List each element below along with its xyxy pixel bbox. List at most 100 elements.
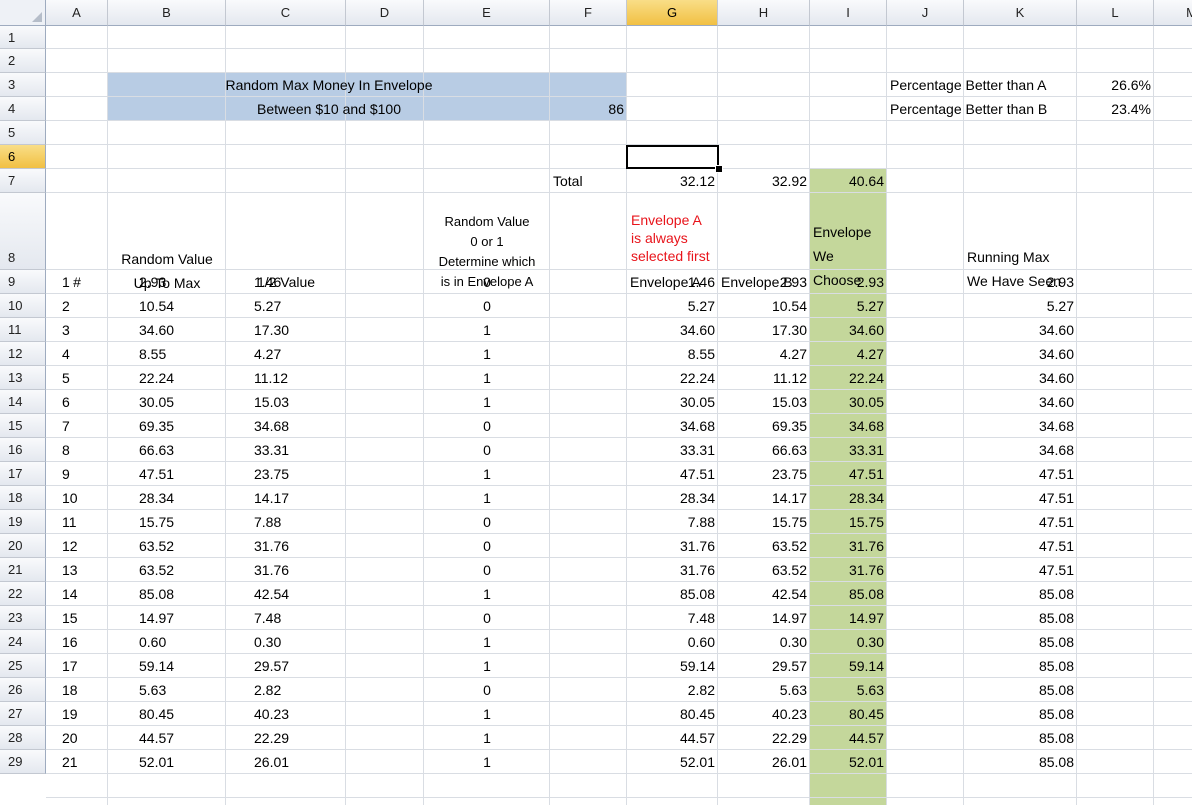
cell-choose[interactable]: 4.27 [810, 342, 887, 366]
cell-b[interactable]: 11.12 [718, 366, 810, 390]
cell-choose[interactable]: 34.68 [810, 414, 887, 438]
cell-choose[interactable]: 5.63 [810, 678, 887, 702]
cell-max[interactable]: 34.60 [964, 318, 1077, 342]
cell-rv[interactable]: 44.57 [108, 726, 226, 750]
fill-handle[interactable] [715, 165, 723, 173]
cell-half[interactable]: 40.23 [226, 702, 346, 726]
cell-bit[interactable]: 1 [424, 342, 550, 366]
cell-rv[interactable]: 63.52 [108, 558, 226, 582]
cell-choose[interactable]: 52.01 [810, 750, 887, 774]
cell-bit[interactable]: 0 [424, 534, 550, 558]
cell-choose[interactable]: 14.97 [810, 606, 887, 630]
cell-max[interactable]: 34.60 [964, 366, 1077, 390]
cell-bit[interactable]: 1 [424, 582, 550, 606]
cell-choose[interactable]: 22.24 [810, 366, 887, 390]
row-header-29[interactable]: 29 [0, 750, 46, 774]
cell-bit[interactable]: 1 [424, 750, 550, 774]
cell-choose[interactable]: 31.76 [810, 558, 887, 582]
column-header-b[interactable]: B [108, 0, 226, 26]
cell-rv[interactable]: 63.52 [108, 534, 226, 558]
row-header-14[interactable]: 14 [0, 390, 46, 414]
cell-choose[interactable]: 28.34 [810, 486, 887, 510]
cell-max[interactable]: 85.08 [964, 582, 1077, 606]
column-header-f[interactable]: F [550, 0, 627, 26]
cell-b[interactable]: 17.30 [718, 318, 810, 342]
cell-a[interactable]: 7.48 [627, 606, 718, 630]
row-header-1[interactable]: 1 [0, 26, 46, 49]
cell-half[interactable]: 5.27 [226, 294, 346, 318]
cell-max[interactable]: 34.68 [964, 414, 1077, 438]
cell-max[interactable]: 34.60 [964, 390, 1077, 414]
cell-rv[interactable]: 47.51 [108, 462, 226, 486]
cell-bit[interactable]: 1 [424, 630, 550, 654]
cell-half[interactable]: 14.17 [226, 486, 346, 510]
cell-a[interactable]: 0.60 [627, 630, 718, 654]
cell-bit[interactable]: 1 [424, 462, 550, 486]
cell-choose[interactable]: 34.60 [810, 318, 887, 342]
cell-half[interactable]: 34.68 [226, 414, 346, 438]
cell-half[interactable]: 17.30 [226, 318, 346, 342]
cell-half[interactable]: 7.88 [226, 510, 346, 534]
cell-half[interactable]: 23.75 [226, 462, 346, 486]
column-header-i[interactable]: I [810, 0, 887, 26]
cell-max[interactable]: 85.08 [964, 702, 1077, 726]
cell-half[interactable]: 31.76 [226, 558, 346, 582]
row-header-25[interactable]: 25 [0, 654, 46, 678]
column-header-a[interactable]: A [46, 0, 108, 26]
cell-rv[interactable]: 85.08 [108, 582, 226, 606]
max-value-cell[interactable]: 86 [550, 97, 627, 121]
row-header-15[interactable]: 15 [0, 414, 46, 438]
row-header-18[interactable]: 18 [0, 486, 46, 510]
row-header-11[interactable]: 11 [0, 318, 46, 342]
cell-b[interactable]: 63.52 [718, 534, 810, 558]
cell-n[interactable]: 9 [46, 462, 108, 486]
cell-bit[interactable]: 0 [424, 414, 550, 438]
total-chosen[interactable]: 40.64 [810, 169, 887, 193]
cell-rv[interactable]: 34.60 [108, 318, 226, 342]
column-header-g[interactable]: G [627, 0, 718, 26]
cell-b[interactable]: 14.97 [718, 606, 810, 630]
cell-choose[interactable]: 85.08 [810, 582, 887, 606]
cell-n[interactable]: 10 [46, 486, 108, 510]
column-header-e[interactable]: E [424, 0, 550, 26]
cell-max[interactable]: 47.51 [964, 486, 1077, 510]
cell-bit[interactable]: 1 [424, 390, 550, 414]
cell-a[interactable]: 59.14 [627, 654, 718, 678]
stat-label-a[interactable]: Percentage Better than A [887, 73, 1077, 97]
column-header-d[interactable]: D [346, 0, 424, 26]
cell-n[interactable]: 1 [46, 270, 108, 294]
row-header-3[interactable]: 3 [0, 73, 46, 97]
cell-a[interactable]: 33.31 [627, 438, 718, 462]
cell-a[interactable]: 1.46 [627, 270, 718, 294]
cell-half[interactable]: 26.01 [226, 750, 346, 774]
cell-n[interactable]: 17 [46, 654, 108, 678]
cell-half[interactable]: 33.31 [226, 438, 346, 462]
cell-rv[interactable]: 0.60 [108, 630, 226, 654]
cell-n[interactable]: 13 [46, 558, 108, 582]
cell-n[interactable]: 12 [46, 534, 108, 558]
cell-choose[interactable]: 30.05 [810, 390, 887, 414]
cell-rv[interactable]: 30.05 [108, 390, 226, 414]
cell-max[interactable]: 85.08 [964, 630, 1077, 654]
row-header-13[interactable]: 13 [0, 366, 46, 390]
cell-n[interactable]: 15 [46, 606, 108, 630]
cell-choose[interactable]: 2.93 [810, 270, 887, 294]
cell-a[interactable]: 34.68 [627, 414, 718, 438]
cell-a[interactable]: 2.82 [627, 678, 718, 702]
cell-choose[interactable]: 44.57 [810, 726, 887, 750]
stat-value-b[interactable]: 23.4% [1077, 97, 1154, 121]
stat-label-b[interactable]: Percentage Better than B [887, 97, 1077, 121]
cell-b[interactable]: 10.54 [718, 294, 810, 318]
row-header-4[interactable]: 4 [0, 97, 46, 121]
total-envelope-b[interactable]: 32.92 [718, 169, 810, 193]
cell-bit[interactable]: 0 [424, 510, 550, 534]
cell-a[interactable]: 31.76 [627, 534, 718, 558]
row-header-5[interactable]: 5 [0, 121, 46, 145]
cell-b[interactable]: 29.57 [718, 654, 810, 678]
cell-a[interactable]: 80.45 [627, 702, 718, 726]
title-line2[interactable]: Between $10 and $100 [108, 97, 550, 121]
row-header-20[interactable]: 20 [0, 534, 46, 558]
cell-rv[interactable]: 52.01 [108, 750, 226, 774]
cell-half[interactable]: 4.27 [226, 342, 346, 366]
row-header-2[interactable]: 2 [0, 49, 46, 73]
